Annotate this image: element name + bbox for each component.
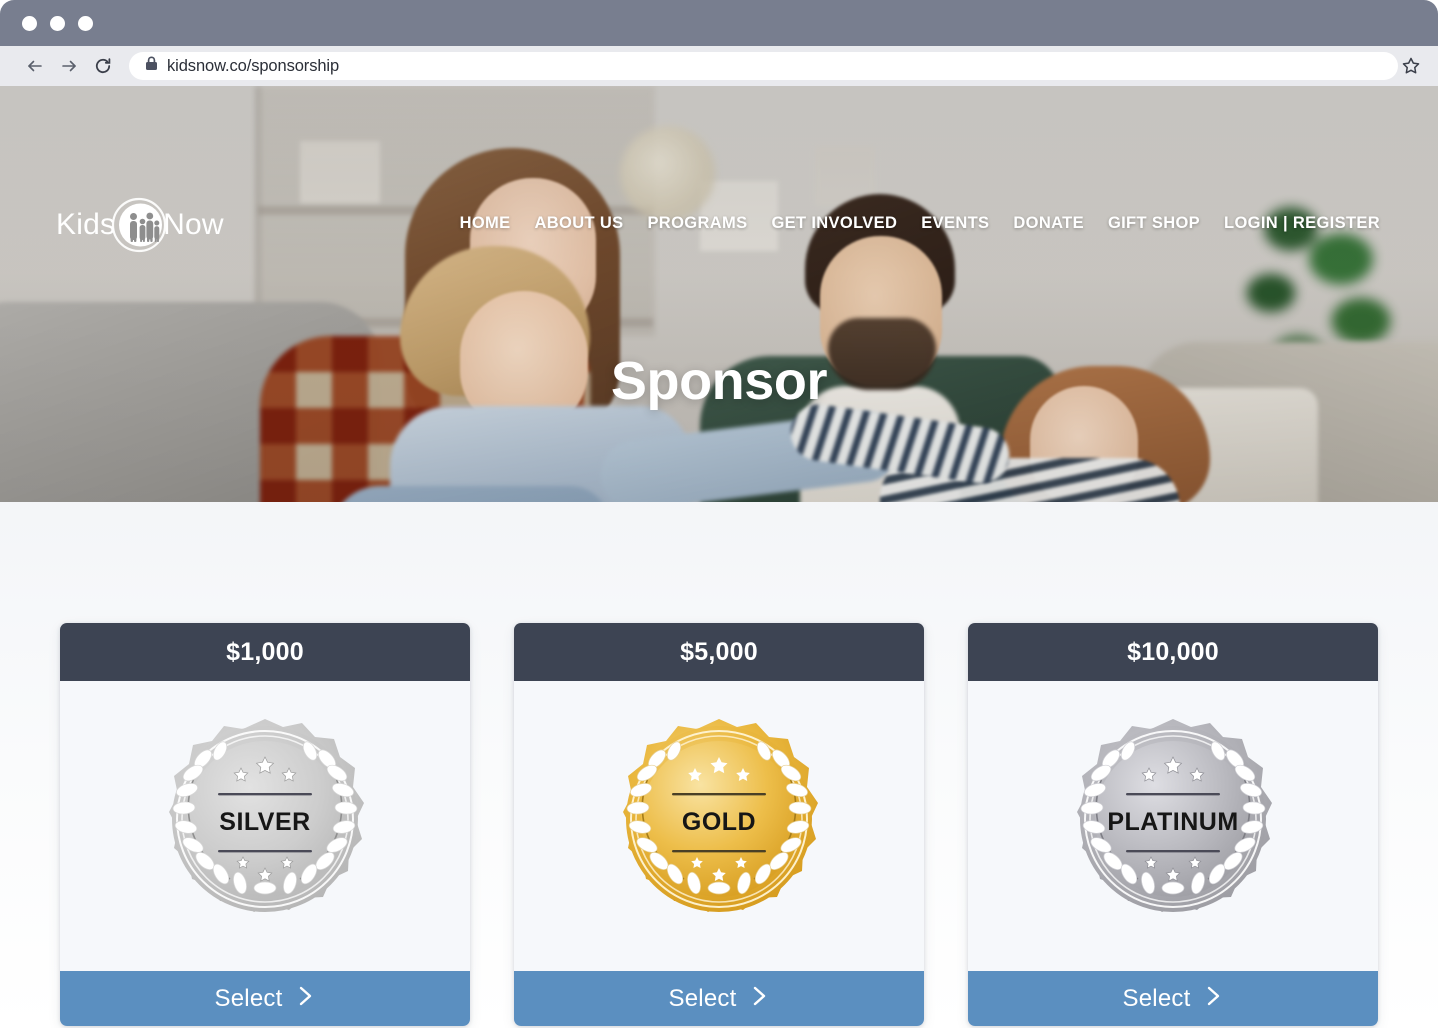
tier-badge-area: PLATINUM bbox=[968, 681, 1378, 971]
window-dot-close[interactable] bbox=[22, 15, 37, 31]
page-title: Sponsor bbox=[610, 351, 828, 411]
select-button-label: Select bbox=[668, 984, 737, 1012]
tier-price-header: $1,000 bbox=[60, 623, 470, 681]
nav-item-programs[interactable]: PROGRAMS bbox=[635, 214, 759, 233]
address-bar[interactable]: kidsnow.co/sponsorship bbox=[129, 52, 1398, 80]
tier-card-silver[interactable]: $1,000 SILVER Select bbox=[60, 623, 470, 1026]
badge-label: SILVER bbox=[219, 808, 310, 836]
chevron-right-icon bbox=[297, 984, 315, 1013]
screenshot-viewport: kidsnow.co/sponsorship Kids Now HOME ABO… bbox=[0, 0, 1438, 1028]
family-circle-icon bbox=[110, 196, 168, 254]
browser-titlebar bbox=[0, 0, 1438, 46]
browser-window: kidsnow.co/sponsorship Kids Now HOME ABO… bbox=[0, 0, 1438, 1028]
site-logo[interactable]: Kids Now bbox=[56, 196, 224, 254]
page-content: Kids Now HOME ABOUT US PROGRAMS GET INVO… bbox=[0, 86, 1438, 1028]
select-button-gold[interactable]: Select bbox=[514, 971, 924, 1026]
url-text[interactable]: kidsnow.co/sponsorship bbox=[167, 57, 1388, 76]
tier-price: $1,000 bbox=[226, 637, 304, 666]
back-icon[interactable] bbox=[18, 51, 52, 81]
tier-price-header: $5,000 bbox=[514, 623, 924, 681]
chevron-right-icon bbox=[751, 984, 769, 1013]
hero-banner: Kids Now HOME ABOUT US PROGRAMS GET INVO… bbox=[0, 86, 1438, 502]
tier-price-header: $10,000 bbox=[968, 623, 1378, 681]
tier-badge-area: GOLD bbox=[514, 681, 924, 971]
select-button-label: Select bbox=[1122, 984, 1191, 1012]
reload-icon[interactable] bbox=[86, 51, 120, 81]
tier-card-platinum[interactable]: $10,000 PLATINUM Select bbox=[968, 623, 1378, 1026]
window-dot-minimize[interactable] bbox=[50, 15, 65, 31]
nav-item-about-us[interactable]: ABOUT US bbox=[522, 214, 635, 233]
main-navigation: HOME ABOUT US PROGRAMS GET INVOLVED EVEN… bbox=[448, 214, 1380, 233]
window-dot-maximize[interactable] bbox=[78, 15, 93, 31]
select-button-label: Select bbox=[214, 984, 283, 1012]
badge-label: GOLD bbox=[682, 808, 756, 836]
lock-icon bbox=[145, 56, 158, 76]
tier-price: $5,000 bbox=[680, 637, 758, 666]
tier-card-gold[interactable]: $5,000 GOLD Select bbox=[514, 623, 924, 1026]
browser-toolbar: kidsnow.co/sponsorship bbox=[0, 46, 1438, 86]
nav-item-donate[interactable]: DONATE bbox=[1001, 214, 1096, 233]
select-button-silver[interactable]: Select bbox=[60, 971, 470, 1026]
tier-price: $10,000 bbox=[1127, 637, 1219, 666]
hero-overlay: Kids Now HOME ABOUT US PROGRAMS GET INVO… bbox=[0, 86, 1438, 502]
nav-item-get-involved[interactable]: GET INVOLVED bbox=[759, 214, 909, 233]
silver-seal-icon: SILVER bbox=[150, 711, 380, 941]
nav-item-login-register[interactable]: LOGIN | REGISTER bbox=[1212, 214, 1380, 233]
platinum-seal-icon: PLATINUM bbox=[1058, 711, 1288, 941]
gold-seal-icon: GOLD bbox=[604, 711, 834, 941]
select-button-platinum[interactable]: Select bbox=[968, 971, 1378, 1026]
nav-item-home[interactable]: HOME bbox=[448, 214, 523, 233]
chevron-right-icon bbox=[1205, 984, 1223, 1013]
forward-icon[interactable] bbox=[52, 51, 86, 81]
star-icon[interactable] bbox=[1398, 53, 1424, 79]
logo-word-left: Kids bbox=[56, 208, 116, 241]
sponsorship-tiers: $1,000 SILVER Select $5,000 GOLD Select … bbox=[0, 623, 1438, 1026]
logo-word-right: Now bbox=[163, 208, 224, 241]
tier-badge-area: SILVER bbox=[60, 681, 470, 971]
nav-item-events[interactable]: EVENTS bbox=[909, 214, 1001, 233]
nav-item-gift-shop[interactable]: GIFT SHOP bbox=[1096, 214, 1212, 233]
badge-label: PLATINUM bbox=[1107, 808, 1238, 836]
